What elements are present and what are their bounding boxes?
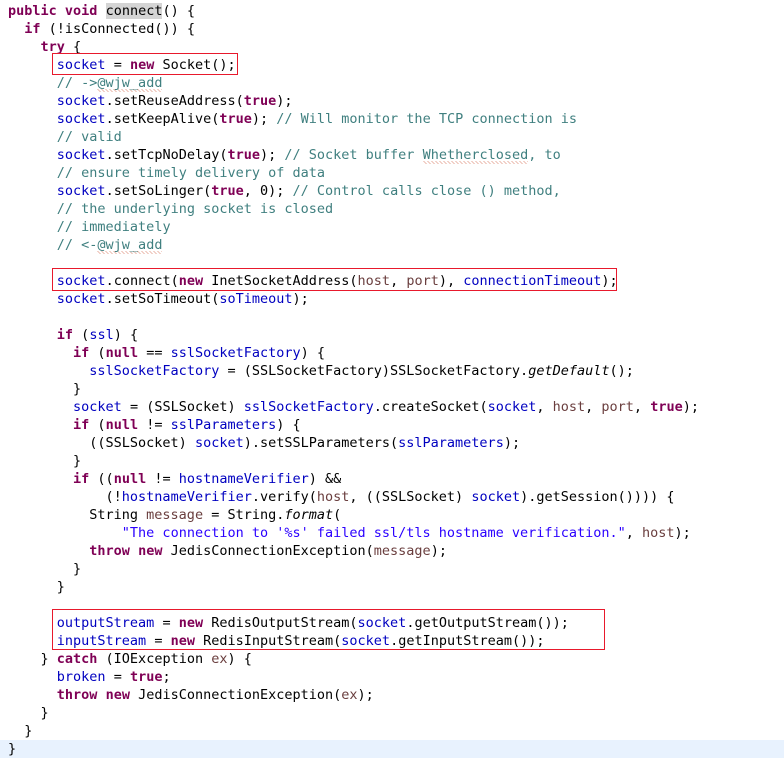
code-line[interactable]: broken = true; <box>0 668 784 686</box>
code-line[interactable]: socket.setTcpNoDelay(true); // Socket bu… <box>0 146 784 164</box>
code-line[interactable]: } <box>0 452 784 470</box>
code-line[interactable]: // <-@wjw_add <box>0 236 784 254</box>
code-line[interactable]: } <box>0 560 784 578</box>
code-line[interactable]: if (null != sslParameters) { <box>0 416 784 434</box>
code-line[interactable]: socket.setSoTimeout(soTimeout); <box>0 290 784 308</box>
code-line[interactable]: } catch (IOException ex) { <box>0 650 784 668</box>
code-line[interactable]: outputStream = new RedisOutputStream(soc… <box>0 614 784 632</box>
code-line[interactable]: } <box>0 380 784 398</box>
code-line[interactable]: // ensure timely delivery of data <box>0 164 784 182</box>
code-line[interactable]: throw new JedisConnectionException(ex); <box>0 686 784 704</box>
code-line[interactable]: if (!isConnected()) { <box>0 20 784 38</box>
code-line[interactable]: socket = (SSLSocket) sslSocketFactory.cr… <box>0 398 784 416</box>
code-line[interactable]: try { <box>0 38 784 56</box>
code-line[interactable]: ((SSLSocket) socket).setSSLParameters(ss… <box>0 434 784 452</box>
code-line-blank[interactable] <box>0 308 784 326</box>
code-line[interactable]: (!hostnameVerifier.verify(host, ((SSLSoc… <box>0 488 784 506</box>
code-line[interactable]: socket.setReuseAddress(true); <box>0 92 784 110</box>
code-line[interactable]: if (ssl) { <box>0 326 784 344</box>
source-code-area[interactable]: public void connect() { if (!isConnected… <box>0 0 784 758</box>
code-line[interactable]: if ((null != hostnameVerifier) && <box>0 470 784 488</box>
code-line[interactable]: // the underlying socket is closed <box>0 200 784 218</box>
code-line[interactable]: inputStream = new RedisInputStream(socke… <box>0 632 784 650</box>
code-editor-viewport[interactable]: public void connect() { if (!isConnected… <box>0 0 784 760</box>
code-line-blank[interactable] <box>0 254 784 272</box>
code-line[interactable]: "The connection to '%s' failed ssl/tls h… <box>0 524 784 542</box>
code-line-current[interactable]: } <box>0 740 784 758</box>
code-line[interactable]: sslSocketFactory = (SSLSocketFactory)SSL… <box>0 362 784 380</box>
code-line[interactable]: socket.setKeepAlive(true); // Will monit… <box>0 110 784 128</box>
code-line[interactable]: // ->@wjw_add <box>0 74 784 92</box>
code-line[interactable]: public void connect() { <box>0 2 784 20</box>
code-line[interactable]: throw new JedisConnectionException(messa… <box>0 542 784 560</box>
code-line[interactable]: // valid <box>0 128 784 146</box>
code-line[interactable]: socket = new Socket(); <box>0 56 784 74</box>
code-line-blank[interactable] <box>0 596 784 614</box>
code-line[interactable]: if (null == sslSocketFactory) { <box>0 344 784 362</box>
code-line[interactable]: socket.connect(new InetSocketAddress(hos… <box>0 272 784 290</box>
code-line[interactable]: // immediately <box>0 218 784 236</box>
code-line[interactable]: socket.setSoLinger(true, 0); // Control … <box>0 182 784 200</box>
code-line[interactable]: } <box>0 704 784 722</box>
code-line[interactable]: } <box>0 722 784 740</box>
code-line[interactable]: } <box>0 578 784 596</box>
code-line[interactable]: String message = String.format( <box>0 506 784 524</box>
